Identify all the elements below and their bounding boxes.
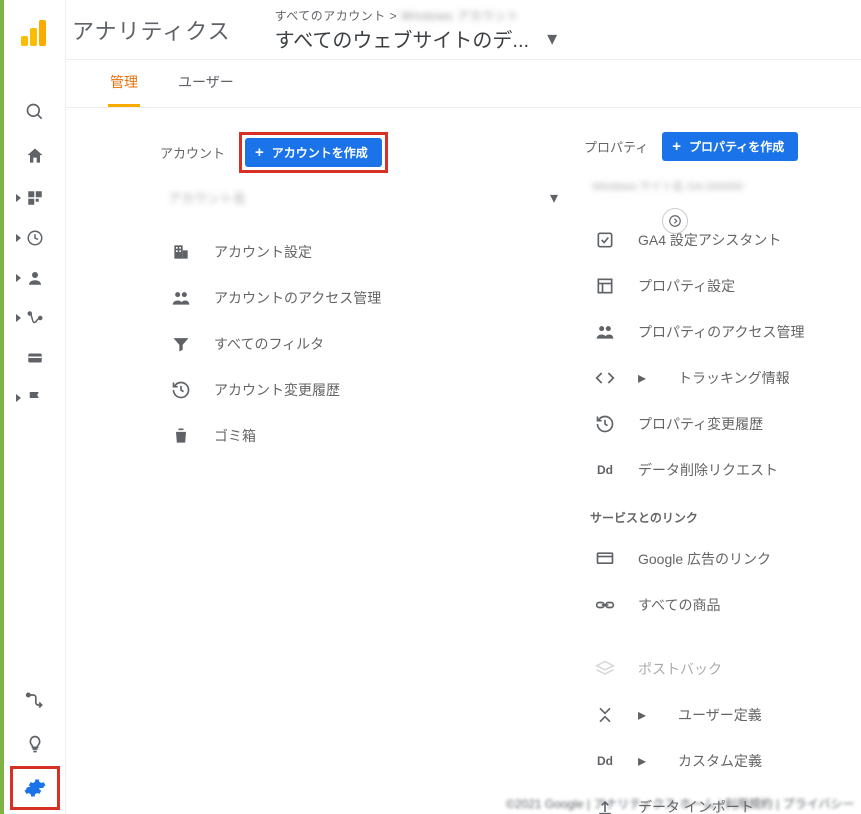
all-products-item[interactable]: すべての商品 <box>584 582 861 628</box>
layout-icon <box>594 276 616 296</box>
analytics-logo-icon <box>21 18 49 46</box>
property-settings-item[interactable]: プロパティ設定 <box>584 263 861 309</box>
card-icon[interactable] <box>13 338 57 378</box>
gear-icon[interactable] <box>24 777 46 799</box>
check-square-icon <box>594 230 616 250</box>
app-title: アナリティクス <box>72 14 231 46</box>
code-icon <box>594 368 616 388</box>
chevron-right-icon: ▸ <box>638 751 648 771</box>
property-access-item[interactable]: プロパティのアクセス管理 <box>584 309 861 355</box>
dashboard-icon[interactable] <box>13 178 57 218</box>
create-account-highlight: + アカウントを作成 <box>239 132 388 173</box>
chevron-right-icon: ▸ <box>638 705 648 725</box>
create-property-button[interactable]: + プロパティを作成 <box>662 132 798 161</box>
service-link-label: サービスとのリンク <box>590 509 861 526</box>
flag-icon[interactable] <box>13 378 57 418</box>
account-column-label: アカウント <box>160 143 225 162</box>
property-dropdown[interactable]: Windows サイト名 GA-000000 <box>584 169 794 203</box>
search-icon[interactable] <box>13 90 57 134</box>
header: アナリティクス すべてのアカウント > Windows アカウント すべてのウェ… <box>66 0 861 60</box>
tracking-info-item[interactable]: ▸ トラッキング情報 <box>584 355 861 401</box>
account-selector[interactable]: すべてのアカウント > Windows アカウント すべてのウェブサイトのデ..… <box>275 7 558 53</box>
postback-item[interactable]: ポストバック <box>584 646 861 692</box>
custom-definition-item[interactable]: Dd ▸ カスタム定義 <box>584 738 861 784</box>
dd-icon: Dd <box>594 754 616 768</box>
create-account-button[interactable]: + アカウントを作成 <box>245 138 382 167</box>
account-history-item[interactable]: アカウント変更履歴 <box>160 367 548 413</box>
branch-icon <box>594 705 616 725</box>
account-column: アカウント + アカウントを作成 アカウント名 ▾ アカウント設定 <box>66 108 548 814</box>
sidebar <box>4 0 66 814</box>
layers-icon <box>594 659 616 679</box>
user-definition-item[interactable]: ▸ ユーザー定義 <box>584 692 861 738</box>
google-ads-link-item[interactable]: Google 広告のリンク <box>584 536 861 582</box>
ga4-assistant-item[interactable]: GA4 設定アシスタント <box>584 217 861 263</box>
people-icon <box>594 322 616 342</box>
bulb-icon[interactable] <box>13 722 57 766</box>
trash-item[interactable]: ゴミ箱 <box>160 413 548 459</box>
property-history-item[interactable]: プロパティ変更履歴 <box>584 401 861 447</box>
plus-icon: + <box>672 139 681 154</box>
home-icon[interactable] <box>13 134 57 178</box>
building-icon <box>170 242 192 262</box>
history-icon <box>170 380 192 400</box>
collapse-column-button[interactable] <box>662 208 688 234</box>
trash-icon <box>170 426 192 446</box>
filter-icon <box>170 334 192 354</box>
breadcrumb-main-text: すべてのウェブサイトのデ... <box>275 24 529 53</box>
display-icon <box>594 549 616 569</box>
chevron-right-icon: ▸ <box>638 368 648 388</box>
link-icon <box>594 595 616 615</box>
plus-icon: + <box>255 145 264 160</box>
people-icon <box>170 288 192 308</box>
account-access-item[interactable]: アカウントのアクセス管理 <box>160 275 548 321</box>
property-column-label: プロパティ <box>584 137 648 156</box>
tab-admin[interactable]: 管理 <box>108 60 140 107</box>
path-icon[interactable] <box>13 678 57 722</box>
chevron-down-icon: ▾ <box>547 26 557 51</box>
account-dropdown[interactable]: アカウント名 ▾ <box>160 181 566 215</box>
history-icon <box>594 414 616 434</box>
tab-user[interactable]: ユーザー <box>176 60 236 107</box>
clock-icon[interactable] <box>13 218 57 258</box>
user-icon[interactable] <box>13 258 57 298</box>
data-deletion-item[interactable]: Dd データ削除リクエスト <box>584 447 861 493</box>
dd-icon: Dd <box>594 463 616 477</box>
flow-icon[interactable] <box>13 298 57 338</box>
account-settings-item[interactable]: アカウント設定 <box>160 229 548 275</box>
property-column: プロパティ + プロパティを作成 Windows サイト名 GA-000000 … <box>548 108 861 814</box>
footer-text: ©2021 Google | アナリティクス ホーム | 利用規約 | プライバ… <box>506 795 854 812</box>
all-filters-item[interactable]: すべてのフィルタ <box>160 321 548 367</box>
admin-gear-highlight <box>10 766 60 810</box>
admin-tabs: 管理 ユーザー <box>66 60 861 108</box>
